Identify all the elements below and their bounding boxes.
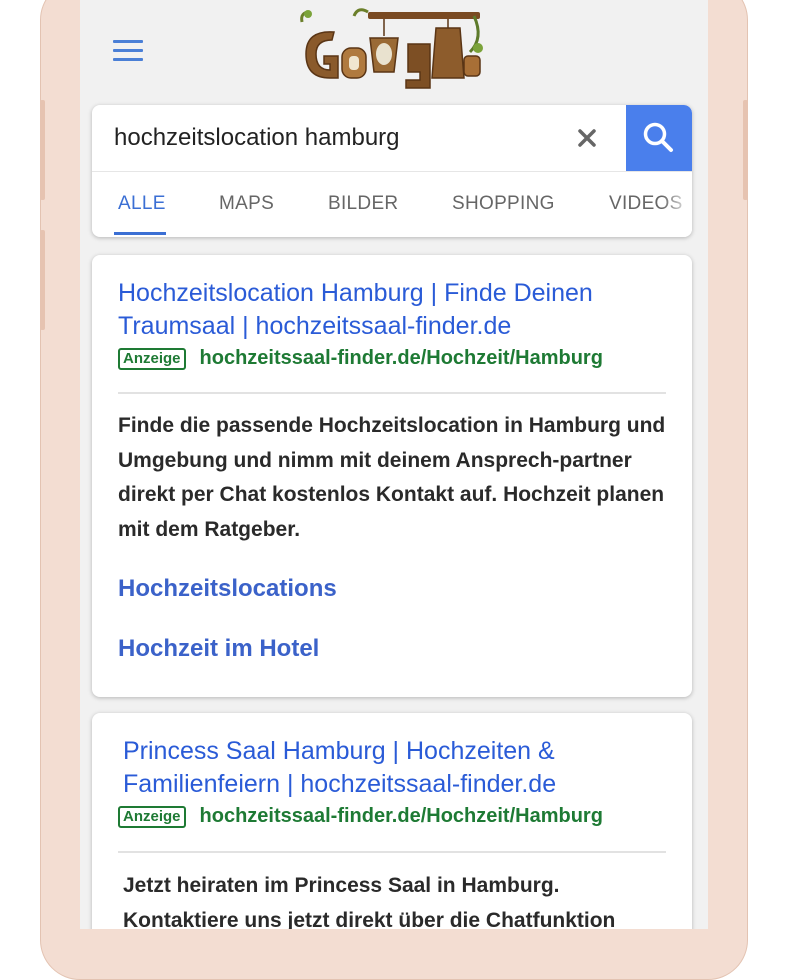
- tab-alle[interactable]: ALLE: [118, 193, 166, 215]
- search-tabs: ALLE MAPS BILDER SHOPPING VIDEOS: [92, 172, 692, 237]
- search-header: [80, 0, 708, 100]
- ad-title-link[interactable]: Princess Saal Hamburg | Hochzeiten & Fam…: [123, 735, 663, 801]
- divider: [118, 851, 666, 853]
- search-button[interactable]: [626, 105, 692, 171]
- active-tab-indicator: [114, 232, 166, 235]
- close-icon[interactable]: [570, 121, 604, 155]
- ad-meta: Anzeige hochzeitssaal-finder.de/Hochzeit/…: [118, 347, 603, 370]
- ad-description: Finde die passende Hochzeitslocation in …: [118, 414, 666, 541]
- search-card: ALLE MAPS BILDER SHOPPING VIDEOS: [92, 105, 692, 237]
- ad-badge: Anzeige: [118, 347, 186, 370]
- phone-side-button: [40, 230, 45, 330]
- ad-title-link[interactable]: Hochzeitslocation Hamburg | Finde Deinen…: [118, 277, 658, 343]
- divider: [118, 392, 666, 394]
- hamburger-menu-icon[interactable]: [113, 40, 145, 62]
- sitelink-hochzeit-im-hotel[interactable]: Hochzeit im Hotel: [118, 635, 319, 663]
- search-bar: [92, 105, 692, 172]
- ad-result-card: Princess Saal Hamburg | Hochzeiten & Fam…: [92, 713, 692, 929]
- google-doodle-logo[interactable]: [298, 8, 488, 93]
- search-icon: [643, 122, 673, 152]
- ad-description: Jetzt heiraten im Princess Saal in Hambu…: [123, 874, 616, 929]
- sitelink-hochzeitslocations[interactable]: Hochzeitslocations: [118, 575, 337, 603]
- ad-badge: Anzeige: [118, 805, 186, 828]
- search-input[interactable]: [114, 121, 554, 155]
- tabs-fade: [662, 172, 692, 237]
- tab-bilder[interactable]: BILDER: [328, 193, 398, 215]
- ad-display-url[interactable]: hochzeitssaal-finder.de/Hochzeit/Hamburg: [200, 347, 603, 370]
- phone-side-button: [40, 100, 45, 200]
- phone-side-button: [743, 100, 748, 200]
- tab-maps[interactable]: MAPS: [219, 193, 274, 215]
- phone-screen: ALLE MAPS BILDER SHOPPING VIDEOS Hochzei…: [80, 0, 708, 929]
- ad-meta: Anzeige hochzeitssaal-finder.de/Hochzeit/…: [118, 805, 603, 828]
- tab-shopping[interactable]: SHOPPING: [452, 193, 555, 215]
- ad-display-url[interactable]: hochzeitssaal-finder.de/Hochzeit/Hamburg: [200, 805, 603, 828]
- ad-result-card: Hochzeitslocation Hamburg | Finde Deinen…: [92, 255, 692, 697]
